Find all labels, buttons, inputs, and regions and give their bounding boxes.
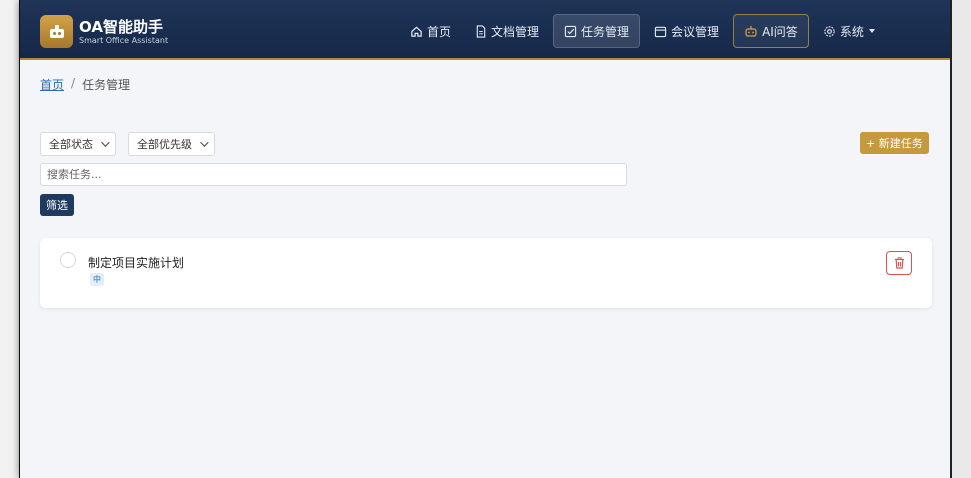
- chevron-down-icon: [200, 138, 209, 147]
- brand-subtitle: Smart Office Assistant: [79, 35, 169, 45]
- gear-icon: [824, 25, 835, 37]
- new-task-button[interactable]: + 新建任务: [860, 132, 929, 154]
- priority-select-value: 全部优先级: [137, 138, 192, 151]
- nav-meetings-label: 会议管理: [671, 24, 720, 39]
- brand-title: OA智能助手: [79, 17, 163, 36]
- robot-icon: [745, 25, 757, 37]
- calendar-icon: [654, 26, 667, 37]
- nav-system[interactable]: 系统: [813, 14, 885, 48]
- nav-tasks[interactable]: 任务管理: [553, 14, 641, 48]
- status-select-value: 全部状态: [49, 138, 93, 151]
- nav-home[interactable]: 首页: [400, 14, 461, 48]
- nav-ai-qa-label: AI问答: [762, 24, 798, 39]
- delete-task-button[interactable]: [886, 251, 912, 275]
- nav-documents-label: 文档管理: [491, 24, 540, 39]
- main-nav: 首页 文档管理 任务管理 会议管理 AI问答 系统: [400, 14, 889, 48]
- document-icon: [476, 24, 486, 38]
- breadcrumb-separator: /: [71, 76, 76, 90]
- app-window: OA智能助手 Smart Office Assistant 首页 文档管理 任务…: [20, 0, 950, 478]
- search-input[interactable]: [40, 163, 627, 186]
- trash-icon: [894, 257, 904, 269]
- priority-badge: 中: [90, 273, 104, 286]
- checkbox-icon: [564, 25, 577, 37]
- robot-logo-icon: [40, 15, 73, 48]
- priority-select[interactable]: 全部优先级: [128, 132, 215, 156]
- breadcrumb-home-link[interactable]: 首页: [40, 76, 64, 93]
- nav-ai-qa[interactable]: AI问答: [733, 14, 809, 48]
- filter-button[interactable]: 筛选: [40, 194, 74, 216]
- task-title[interactable]: 制定项目实施计划: [88, 254, 184, 271]
- brand[interactable]: OA智能助手 Smart Office Assistant: [40, 15, 168, 48]
- task-complete-checkbox[interactable]: [60, 252, 76, 268]
- nav-tasks-label: 任务管理: [581, 24, 630, 39]
- status-select[interactable]: 全部状态: [40, 132, 116, 156]
- nav-system-label: 系统: [839, 24, 864, 39]
- right-window-margin: [950, 0, 971, 478]
- nav-meetings[interactable]: 会议管理: [644, 14, 729, 48]
- left-window-margin: [0, 0, 20, 478]
- task-card: 制定项目实施计划 中: [40, 238, 932, 308]
- nav-documents[interactable]: 文档管理: [465, 14, 549, 48]
- breadcrumb: 首页 / 任务管理: [40, 76, 130, 93]
- nav-home-label: 首页: [427, 24, 452, 39]
- chevron-down-icon: [101, 138, 110, 147]
- home-icon: [411, 26, 422, 37]
- breadcrumb-current: 任务管理: [82, 78, 131, 92]
- top-navbar: OA智能助手 Smart Office Assistant 首页 文档管理 任务…: [20, 0, 950, 60]
- caret-down-icon: [868, 29, 875, 33]
